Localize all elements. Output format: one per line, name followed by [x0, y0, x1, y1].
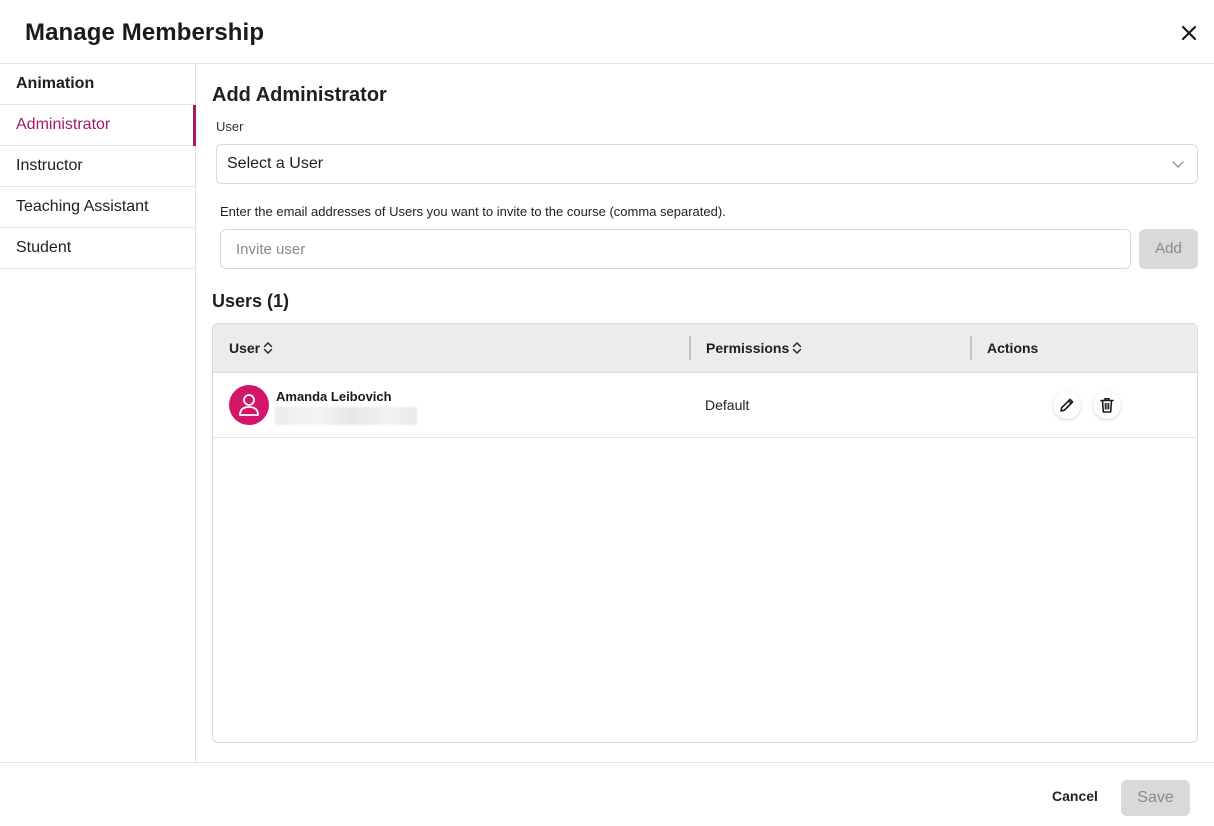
delete-button[interactable]	[1093, 391, 1121, 419]
edit-button[interactable]	[1053, 391, 1081, 419]
dialog-footer: Cancel Save	[0, 762, 1214, 826]
save-button[interactable]: Save	[1121, 780, 1190, 816]
dialog-title: Manage Membership	[25, 19, 265, 46]
invite-user-input[interactable]	[220, 229, 1131, 269]
sidebar-item-instructor[interactable]: Instructor	[0, 146, 195, 187]
column-divider[interactable]	[689, 336, 691, 360]
column-header-permissions-label: Permissions	[706, 340, 790, 356]
sidebar-item-teaching-assistant[interactable]: Teaching Assistant	[0, 187, 195, 228]
section-title: Add Administrator	[212, 84, 387, 106]
sidebar-item-administrator[interactable]: Administrator	[0, 105, 196, 146]
users-table: User Permissions Actions Amanda Leibovic…	[212, 323, 1198, 743]
column-divider[interactable]	[970, 336, 972, 360]
pencil-icon	[1060, 398, 1074, 412]
table-header: User Permissions Actions	[213, 324, 1197, 373]
avatar	[229, 385, 269, 425]
add-button[interactable]: Add	[1139, 229, 1198, 269]
close-icon	[1181, 25, 1197, 41]
sort-icon	[263, 342, 273, 354]
dialog-header: Manage Membership	[0, 0, 1214, 64]
cancel-button[interactable]: Cancel	[1040, 779, 1110, 813]
user-field-label: User	[216, 119, 244, 134]
invite-help-text: Enter the email addresses of Users you w…	[220, 204, 726, 219]
column-header-actions: Actions	[987, 340, 1039, 356]
role-sidebar: Animation Administrator Instructor Teach…	[0, 64, 196, 762]
user-email-redacted	[275, 407, 417, 425]
column-header-permissions[interactable]: Permissions	[706, 324, 802, 373]
user-permissions: Default	[705, 397, 750, 413]
table-row: Amanda Leibovich Default	[213, 373, 1197, 438]
user-name: Amanda Leibovich	[276, 389, 392, 404]
sort-icon	[793, 342, 802, 354]
user-icon	[239, 394, 259, 416]
chevron-down-icon	[1172, 161, 1184, 168]
main-panel: Add Administrator User Select a User Ent…	[196, 64, 1214, 762]
trash-icon	[1100, 398, 1114, 413]
sidebar-item-student[interactable]: Student	[0, 228, 195, 269]
close-button[interactable]	[1176, 20, 1202, 46]
user-select[interactable]: Select a User	[216, 144, 1198, 184]
user-select-value: Select a User	[227, 155, 324, 172]
column-header-user-label: User	[229, 340, 261, 356]
column-header-user[interactable]: User	[229, 324, 273, 373]
sidebar-item-animation[interactable]: Animation	[0, 64, 195, 105]
users-title: Users (1)	[212, 291, 290, 311]
